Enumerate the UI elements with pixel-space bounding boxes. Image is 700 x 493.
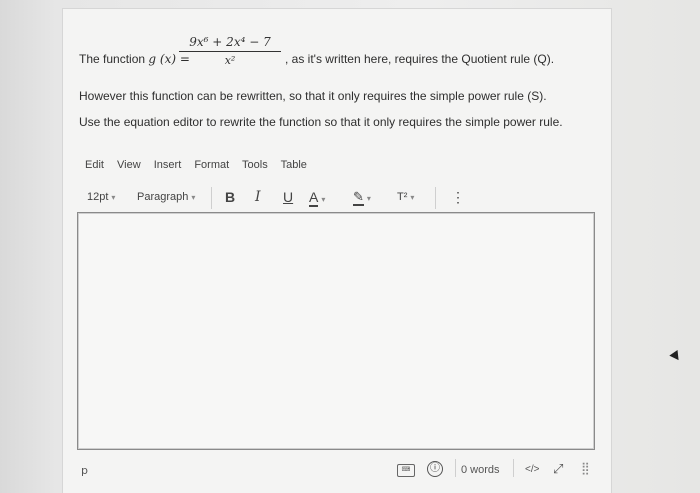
status-divider	[513, 459, 514, 477]
question-prefix: The function	[79, 52, 146, 66]
chevron-down-icon: ▾	[191, 193, 196, 202]
function-fraction: 9x⁶ + 2x⁴ − 7 x²	[179, 35, 281, 67]
menu-edit[interactable]: Edit	[85, 159, 104, 171]
superscript-icon: T²	[397, 191, 408, 203]
word-count[interactable]: 0 words	[461, 464, 500, 476]
more-options-button[interactable]: ⋮	[451, 189, 465, 206]
question-line-3: Use the equation editor to rewrite the f…	[79, 115, 563, 129]
bold-button[interactable]: B	[225, 189, 235, 205]
editor-content-area[interactable]	[77, 212, 595, 450]
accessibility-icon: ⓘ	[427, 461, 443, 477]
block-format-value: Paragraph	[137, 191, 189, 203]
keyboard-icon: ⌨	[397, 464, 415, 477]
toolbar-divider	[211, 187, 212, 209]
fullscreen-icon[interactable]: ⤢	[553, 461, 563, 477]
mouse-cursor-icon	[669, 349, 683, 364]
code-view-button[interactable]: </>	[525, 464, 539, 475]
resize-handle-icon[interactable]: ⣿	[581, 461, 590, 475]
chevron-down-icon: ▾	[111, 193, 116, 202]
menu-table[interactable]: Table	[281, 159, 307, 171]
font-color-icon: A	[309, 189, 319, 207]
font-size-select[interactable]: 12pt ▾	[87, 191, 115, 203]
fraction-denominator: x²	[224, 54, 236, 67]
status-path: p	[81, 464, 88, 477]
question-line-1: The function g (x) =	[79, 52, 190, 66]
menu-tools[interactable]: Tools	[242, 159, 268, 171]
menu-insert[interactable]: Insert	[154, 159, 182, 171]
question-line-1-suffix: , as it's written here, requires the Quo…	[285, 52, 555, 66]
underline-button[interactable]: U	[283, 189, 293, 205]
question-line-2: However this function can be rewritten, …	[79, 89, 547, 103]
font-size-value: 12pt	[87, 191, 109, 203]
italic-button[interactable]: I	[255, 189, 261, 205]
chevron-down-icon: ▾	[410, 193, 415, 202]
block-format-select[interactable]: Paragraph ▾	[137, 191, 195, 203]
menu-view[interactable]: View	[117, 159, 141, 171]
toolbar-divider	[435, 187, 436, 209]
font-color-button[interactable]: A ▾	[309, 189, 326, 207]
chevron-down-icon: ▾	[366, 194, 371, 203]
highlight-pen-icon: ✎	[353, 189, 364, 206]
editor-toolbar: 12pt ▾ Paragraph ▾ B I U A ▾ ✎ ▾ T² ▾ ⋮	[87, 187, 607, 211]
chevron-down-icon: ▾	[321, 195, 326, 204]
accessibility-help-button[interactable]: ⓘ	[427, 461, 443, 477]
highlight-button[interactable]: ✎ ▾	[353, 189, 371, 206]
question-panel: The function g (x) = 9x⁶ + 2x⁴ − 7 x² , …	[62, 8, 612, 493]
accessibility-checker-button[interactable]: ⌨	[397, 462, 415, 477]
superscript-button[interactable]: T² ▾	[397, 191, 414, 203]
status-divider	[455, 459, 456, 477]
fraction-numerator: 9x⁶ + 2x⁴ − 7	[189, 35, 271, 49]
menu-format[interactable]: Format	[194, 159, 229, 171]
editor-menubar: Edit View Insert Format Tools Table	[85, 159, 317, 171]
